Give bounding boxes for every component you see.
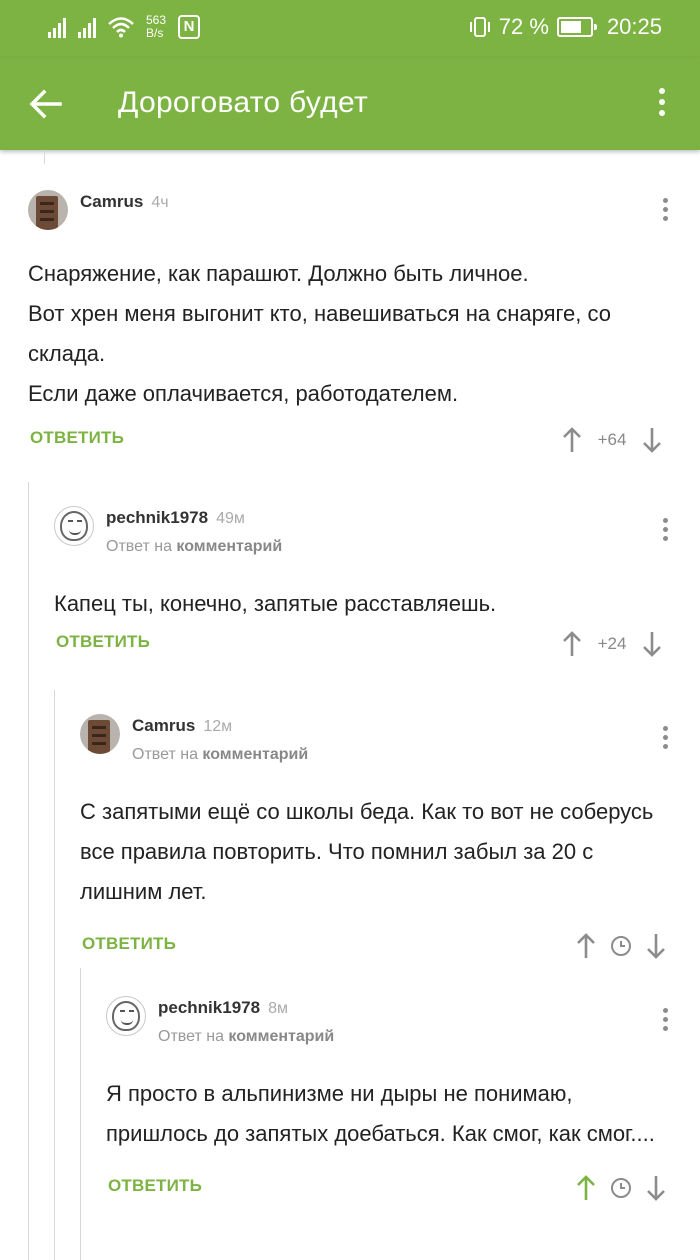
avatar[interactable] [80,714,120,754]
comment-author[interactable]: pechnik1978 49м [106,508,245,528]
comment: Camrus 12м Ответ на комментарий С запятым… [80,714,688,966]
comment-menu-icon[interactable] [660,1008,670,1036]
vibrate-icon [469,17,490,37]
comment-rating: +64 [597,430,627,449]
reply-to-label: Ответ на комментарий [158,1028,335,1045]
status-bar: 563 B/s N 72 % 20:25 [0,0,700,58]
reply-to-link[interactable]: комментарий [176,538,282,555]
comment: Camrus 4ч Снаряжение, как парашют. Должно… [28,190,688,460]
upvote-arrow-icon[interactable] [576,1174,596,1202]
battery-percent: 72 % [498,14,549,39]
upvote-arrow-icon[interactable] [576,932,596,960]
reply-button[interactable]: ОТВЕТИТЬ [82,934,176,954]
comment-author[interactable]: Camrus 12м [132,716,232,736]
comment-time: 49м [216,510,245,527]
comment: pechnik1978 8м Ответ на комментарий Я про… [106,996,688,1208]
clock-icon [611,936,631,956]
comment-author[interactable]: pechnik1978 8м [158,998,288,1018]
wifi-icon [108,17,134,38]
page-title: Дороговато будет [118,86,368,119]
clock: 20:25 [606,14,662,39]
reply-to-link[interactable]: комментарий [228,1028,334,1045]
battery-icon [556,17,597,37]
comment-rating: +24 [597,634,627,653]
thread-line [44,150,45,164]
nfc-icon: N [178,15,201,39]
upvote-arrow-icon[interactable] [562,426,582,454]
clock-icon [611,1178,631,1198]
avatar[interactable] [106,996,146,1036]
comment-menu-icon[interactable] [660,518,670,546]
avatar[interactable] [54,506,94,546]
comment-time: 12м [203,718,233,735]
comment-menu-icon[interactable] [660,198,670,226]
comment: pechnik1978 49м Ответ на комментарий Капе… [54,506,688,664]
thread-line [80,968,81,1260]
comment-time: 4ч [151,194,169,211]
downvote-arrow-icon[interactable] [642,426,662,454]
downvote-arrow-icon[interactable] [642,630,662,658]
thread-line [54,690,55,1260]
reply-button[interactable]: ОТВЕТИТЬ [30,428,124,448]
comment-text: Я просто в альпинизме ни дыры не понимаю… [106,1081,655,1146]
more-vertical-icon[interactable] [650,88,674,122]
comment-text: Капец ты, конечно, запятые расставляешь. [54,591,497,616]
comment-text: Снаряжение, как парашют. Должно быть лич… [28,261,611,406]
app-bar: Дороговато будет [0,58,700,150]
reply-to-label: Ответ на комментарий [132,746,309,763]
reply-button[interactable]: ОТВЕТИТЬ [56,632,150,652]
signal-icon [48,16,66,38]
signal-icon-2 [78,16,96,38]
thread-line [28,482,29,1260]
reply-button[interactable]: ОТВЕТИТЬ [108,1176,202,1196]
comment-text: С запятыми ещё со школы беда. Как то вот… [80,799,654,904]
comment-menu-icon[interactable] [660,726,670,754]
comment-author[interactable]: Camrus 4ч [80,192,169,212]
arrow-left-icon[interactable] [28,88,64,120]
downvote-arrow-icon[interactable] [646,932,666,960]
comment-time: 8м [268,1000,288,1017]
reply-to-link[interactable]: комментарий [202,746,308,763]
downvote-arrow-icon[interactable] [646,1174,666,1202]
reply-to-label: Ответ на комментарий [106,538,283,555]
avatar[interactable] [28,190,68,230]
upvote-arrow-icon[interactable] [562,630,582,658]
network-speed: 563 B/s [146,13,167,40]
